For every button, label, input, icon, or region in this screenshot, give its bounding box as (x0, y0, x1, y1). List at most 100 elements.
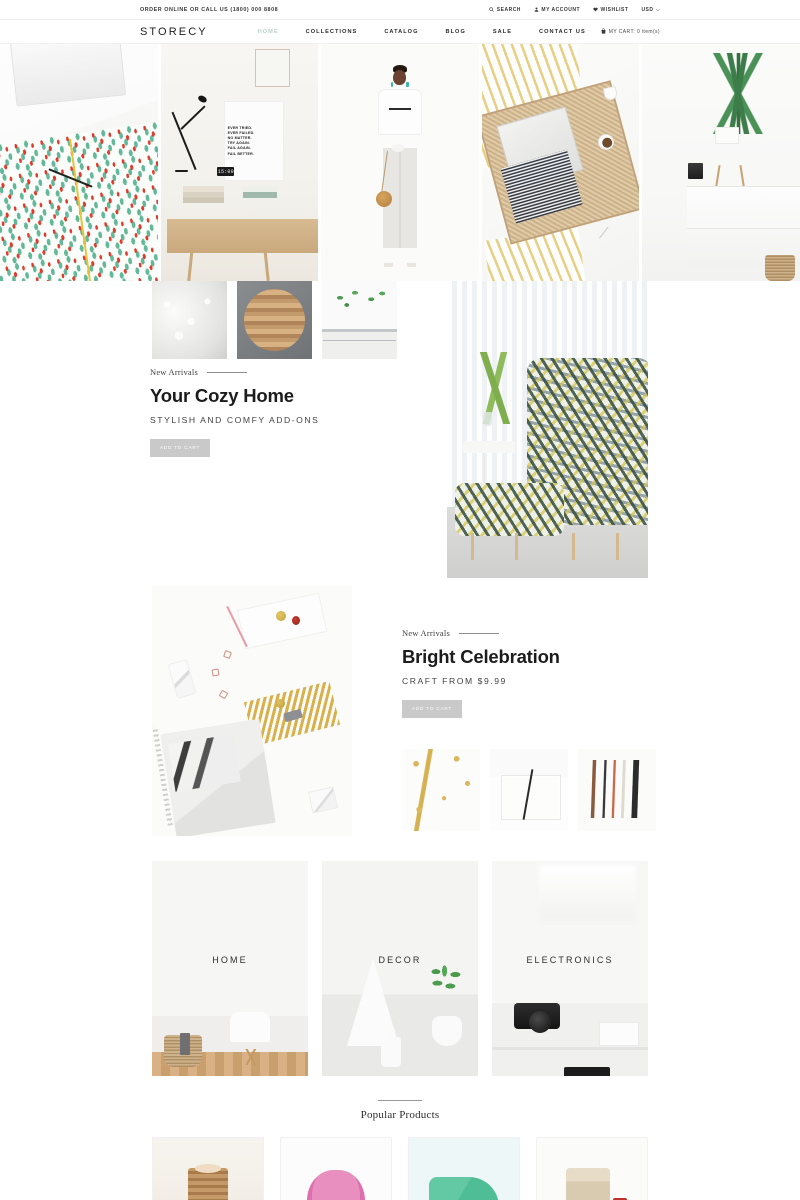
category-electronics-laptop (598, 1021, 639, 1046)
section-cozy-home: New Arrivals Your Cozy Home STYLISH AND … (0, 281, 800, 586)
category-home-chair-legs (236, 1049, 267, 1066)
bright-binder-clip-2 (211, 667, 220, 677)
search-link[interactable]: SEARCH (489, 7, 521, 13)
hero5-woven-basket (765, 255, 796, 281)
bright-subtitle: CRAFT FROM $9.99 (402, 675, 507, 686)
hero1-tray (9, 44, 127, 107)
nav-item-contact-us[interactable]: CONTACT US (539, 29, 586, 35)
cozy-flower-stems (475, 352, 516, 424)
clock-time: 15:00 (217, 168, 234, 175)
category-decor-pot (432, 1015, 463, 1046)
hero-image-strip: EVER TRIED. EVER FAILED. NO MATTER. TRY … (0, 44, 800, 281)
hero2-digital-clock: 15:00 (217, 167, 235, 177)
nav-item-collections[interactable]: COLLECTIONS (306, 29, 358, 35)
wishlist-link[interactable]: WISHLIST (593, 7, 628, 13)
hero-slide-palm-plant-cabinet[interactable] (642, 44, 800, 281)
hero-slide-notebook-leaf-pattern[interactable] (0, 44, 158, 281)
cozy-chair-leg-1 (571, 533, 575, 561)
cozy-feature-image-armchair[interactable] (447, 281, 648, 578)
category-electronics-camera-lens (529, 1011, 552, 1033)
cozy-copy-block: New Arrivals Your Cozy Home STYLISH AND … (150, 367, 420, 457)
hero2-lamp-head (197, 94, 209, 104)
bright-red-ornament (292, 616, 300, 625)
cozy-side-table (463, 441, 516, 454)
cozy-eyebrow-rule (206, 371, 247, 373)
hero3-tshirt-print (388, 107, 411, 110)
product-card-green-foliage-item[interactable] (408, 1137, 520, 1200)
category-home-gray-towel (180, 1032, 191, 1055)
hero3-shoe-right (406, 262, 416, 267)
bright-thumb-gold-confetti-dots[interactable] (402, 749, 480, 831)
cart-icon (601, 27, 606, 36)
heart-icon (593, 7, 598, 12)
category-electronics-light-blur (538, 865, 636, 922)
hero3-earring-right (406, 81, 409, 87)
bright-thumbnail-row (402, 749, 656, 831)
nav-item-home[interactable]: HOME (258, 29, 279, 35)
cozy-chair-leg-2 (615, 533, 619, 561)
hero-slide-fashion-model[interactable] (321, 44, 479, 281)
bright-feature-image-giftboxes[interactable] (152, 586, 352, 836)
bright-marble-phone-case (167, 658, 197, 700)
hero5-white-pot (714, 126, 739, 144)
nav-links: HOME COLLECTIONS CATALOG BLOG SALE CONTA… (258, 29, 586, 35)
order-phone-text: ORDER ONLINE OR CALL US (1800) 000 8808 (140, 6, 279, 13)
section-bright-celebration: New Arrivals Bright Celebration CRAFT FR… (0, 586, 800, 861)
category-tile-home[interactable]: HOME (152, 861, 308, 1076)
chevron-down-icon (656, 8, 660, 12)
hero5-printer (688, 162, 704, 179)
bright-thumb-open-planner-with-pen[interactable] (490, 749, 568, 831)
hero5-cabinet-seam (686, 227, 800, 229)
nav-item-blog[interactable]: BLOG (446, 29, 466, 35)
hero2-desktop (166, 219, 319, 253)
hero3-head (393, 70, 407, 86)
cozy-thumb-round-wood-serving-board[interactable] (237, 281, 312, 359)
currency-selector[interactable]: USD (641, 7, 660, 13)
wishlist-label: WISHLIST (600, 6, 629, 13)
bright-white-gift-box (236, 592, 328, 650)
cozy-add-to-cart-button[interactable]: ADD TO CART (150, 438, 210, 457)
category-label-decor: DECOR (378, 954, 422, 965)
cozy-thumb-potted-plants-on-shelf[interactable] (322, 281, 397, 359)
top-utility-bar: ORDER ONLINE OR CALL US (1800) 000 8808 … (0, 0, 800, 20)
nav-item-sale[interactable]: SALE (493, 29, 512, 35)
bright-add-to-cart-button[interactable]: ADD TO CART (402, 699, 462, 718)
main-navigation: STORECY HOME COLLECTIONS CATALOG BLOG SA… (0, 20, 800, 44)
bright-binder-clip-3 (218, 689, 229, 700)
currency-label: USD (641, 6, 654, 13)
cozy-thumb-white-fluffy-blanket[interactable] (152, 281, 227, 359)
cozy-eyebrow: New Arrivals (150, 367, 420, 377)
category-decor-succulent (427, 958, 464, 995)
hero2-desk-leg-right (262, 247, 270, 281)
category-decor-bottle (381, 1028, 402, 1068)
cozy-ottoman-leg-2 (515, 533, 519, 561)
site-logo[interactable]: STORECY (140, 26, 208, 38)
bright-eyebrow-label: New Arrivals (402, 628, 450, 638)
category-label-home: HOME (212, 954, 248, 965)
category-electronics-phone (563, 1067, 610, 1076)
bright-title: Bright Celebration (402, 646, 560, 667)
product-card-wood-candle-holder[interactable] (152, 1137, 264, 1200)
hero-slide-desk-lamp-poster[interactable]: EVER TRIED. EVER FAILED. NO MATTER. TRY … (160, 44, 319, 281)
hero-slide-laptop-tray[interactable] (481, 44, 640, 281)
product-card-pink-decor-object[interactable] (280, 1137, 392, 1200)
hero3-earring-left (390, 81, 394, 87)
my-account-link[interactable]: MY ACCOUNT (534, 7, 580, 13)
poster-line-6: FAIL BETTER. (227, 151, 255, 156)
utility-links: SEARCH MY ACCOUNT WISHLIST USD (489, 7, 660, 13)
bright-eyebrow-rule (458, 632, 499, 634)
nav-item-catalog[interactable]: CATALOG (384, 29, 418, 35)
hero4-spoon (599, 226, 609, 239)
bright-gold-ornament (276, 611, 286, 621)
hero2-lamp-arm (171, 112, 196, 171)
category-tile-decor[interactable]: DECOR (322, 861, 478, 1076)
category-tile-electronics[interactable]: ELECTRONICS (492, 861, 648, 1076)
bright-copy-block: New Arrivals Bright Celebration CRAFT FR… (402, 628, 682, 718)
cart-button[interactable]: MY CART: 0 item(s) (601, 27, 660, 36)
cozy-tropical-ottoman (455, 482, 564, 537)
product-card-ceramic-jar[interactable] (536, 1137, 648, 1200)
bright-thumb-pens-and-rulers[interactable] (578, 749, 656, 831)
cozy-title: Your Cozy Home (150, 385, 294, 406)
category-home-white-chair (230, 1011, 270, 1042)
hero4-milk-jug (603, 85, 619, 101)
